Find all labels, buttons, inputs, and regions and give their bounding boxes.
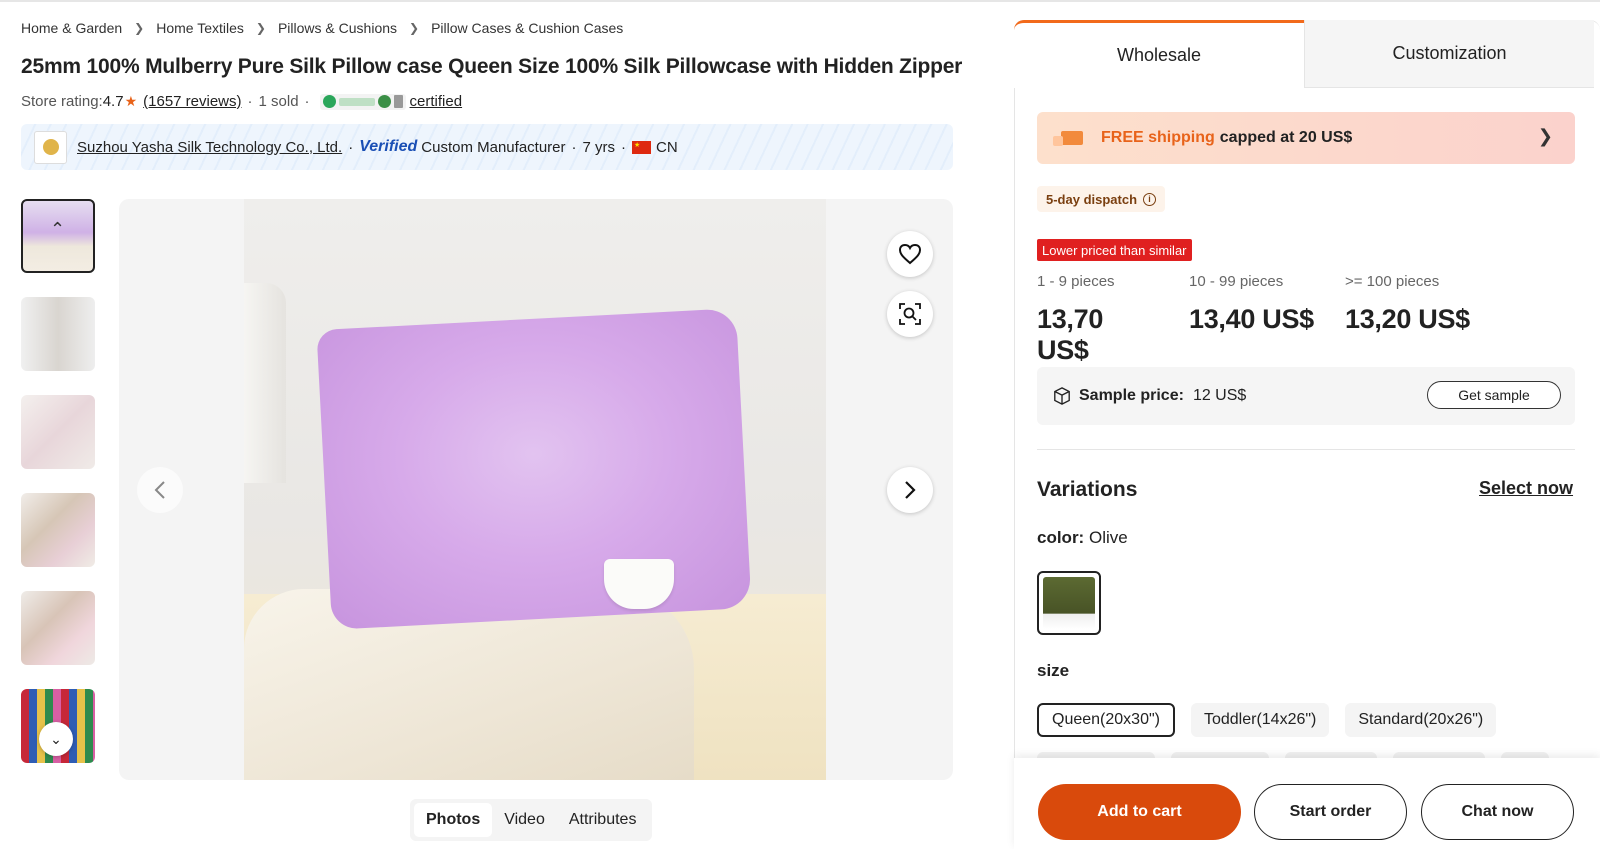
- truck-icon: [1053, 128, 1085, 148]
- size-option-standard[interactable]: Standard(20x26"): [1345, 703, 1497, 737]
- color-swatch-olive[interactable]: [1037, 571, 1101, 635]
- rating-row: Store rating: 4.7 ★ (1657 reviews) · 1 s…: [21, 93, 462, 110]
- tab-video[interactable]: Video: [492, 803, 557, 837]
- panel-tabs: Wholesale Customization: [1014, 20, 1600, 88]
- chevron-right-icon: ❯: [409, 21, 420, 35]
- price-tier: >= 100 pieces 13,20 US$: [1345, 273, 1470, 366]
- size-options: Queen(20x30") Toddler(14x26") Standard(2…: [1037, 703, 1497, 737]
- add-to-cart-button[interactable]: Add to cart: [1038, 784, 1241, 840]
- supplier-type: Custom Manufacturer: [421, 138, 566, 156]
- cert-logo-icon: [393, 95, 403, 108]
- dispatch-badge: 5-day dispatch i: [1037, 186, 1166, 212]
- separator-dot: ·: [571, 138, 577, 156]
- supplier-name-link[interactable]: Suzhou Yasha Silk Technology Co., Ltd.: [77, 139, 342, 156]
- price-tier: 1 - 9 pieces 13,70 US$: [1037, 273, 1159, 366]
- chevron-left-icon[interactable]: [137, 467, 183, 513]
- thumbnail-2[interactable]: [21, 297, 95, 371]
- reviews-link[interactable]: (1657 reviews): [143, 93, 241, 110]
- free-shipping-banner[interactable]: FREE shipping capped at 20 US$ ❯: [1037, 112, 1575, 164]
- sample-price-box: Sample price: 12 US$ Get sample: [1037, 367, 1575, 425]
- tab-photos[interactable]: Photos: [414, 803, 493, 837]
- star-icon: ★: [124, 93, 138, 109]
- breadcrumb-home-textiles[interactable]: Home Textiles: [156, 20, 244, 36]
- tab-customization[interactable]: Customization: [1304, 20, 1594, 88]
- chevron-down-icon[interactable]: ⌄: [39, 722, 73, 756]
- tier-price: 13,40 US$: [1189, 304, 1314, 334]
- thumbnail-4[interactable]: [21, 493, 95, 567]
- tab-attributes[interactable]: Attributes: [557, 803, 649, 837]
- dispatch-text: 5-day dispatch: [1046, 191, 1138, 207]
- color-label-key: color:: [1037, 528, 1085, 547]
- image-search-icon[interactable]: [887, 291, 933, 337]
- cert-logo-icon: [338, 97, 375, 106]
- breadcrumb: Home & Garden ❯ Home Textiles ❯ Pillows …: [21, 20, 623, 36]
- supplier-years: 7 yrs: [582, 138, 616, 156]
- chevron-right-icon: ❯: [255, 21, 266, 35]
- shipping-free-text: FREE shipping: [1101, 129, 1215, 146]
- tier-quantity: 10 - 99 pieces: [1189, 273, 1284, 290]
- sample-price-value: 12 US$: [1192, 387, 1247, 404]
- lower-price-badge: Lower priced than similar: [1037, 239, 1192, 261]
- info-icon[interactable]: i: [1143, 192, 1157, 206]
- certified-link[interactable]: certified: [410, 93, 463, 110]
- tier-quantity: >= 100 pieces: [1345, 273, 1440, 290]
- tier-price: 13,20 US$: [1345, 304, 1470, 334]
- chat-now-button[interactable]: Chat now: [1421, 784, 1574, 840]
- verified-badge: Verified: [359, 138, 418, 155]
- tier-price: 13,70 US$: [1037, 304, 1104, 365]
- breadcrumb-home-garden[interactable]: Home & Garden: [21, 20, 122, 36]
- size-label: size: [1037, 661, 1070, 680]
- start-order-button[interactable]: Start order: [1254, 784, 1407, 840]
- product-title: 25mm 100% Mulberry Pure Silk Pillow case…: [21, 55, 963, 78]
- box-icon: [1054, 387, 1070, 405]
- certification-badges: [319, 93, 406, 110]
- get-sample-button[interactable]: Get sample: [1427, 381, 1561, 409]
- color-label-value: Olive: [1088, 528, 1128, 547]
- product-photo: [244, 199, 826, 780]
- thumbnail-strip: ⌃: [21, 199, 95, 787]
- chevron-right-icon[interactable]: [887, 467, 933, 513]
- size-option-queen[interactable]: Queen(20x30"): [1037, 703, 1175, 737]
- variations-title: Variations: [1037, 478, 1138, 501]
- tab-wholesale[interactable]: Wholesale: [1014, 20, 1304, 88]
- thumbnail-1[interactable]: ⌃: [21, 199, 95, 273]
- separator-dot: ·: [621, 138, 627, 156]
- separator-dot: ·: [247, 93, 253, 110]
- breadcrumb-pillows-cushions[interactable]: Pillows & Cushions: [278, 20, 397, 36]
- supplier-country: CN: [656, 138, 678, 156]
- divider: [1037, 449, 1575, 450]
- cert-logo-icon: [377, 95, 391, 108]
- price-tiers: 1 - 9 pieces 13,70 US$ 10 - 99 pieces 13…: [1037, 273, 1500, 366]
- top-divider: [0, 0, 1600, 2]
- chevron-right-icon: ❯: [134, 21, 145, 35]
- heart-icon[interactable]: [887, 231, 933, 277]
- thumbnail-3[interactable]: [21, 395, 95, 469]
- main-product-image: [119, 199, 953, 780]
- media-tabs: Photos Video Attributes: [410, 799, 653, 841]
- chevron-up-icon[interactable]: ⌃: [50, 219, 65, 240]
- sold-count: 1 sold: [258, 93, 299, 110]
- price-tier: 10 - 99 pieces 13,40 US$: [1189, 273, 1315, 366]
- thumbnail-5[interactable]: [21, 591, 95, 665]
- shipping-cap-text: capped at 20 US$: [1219, 129, 1353, 146]
- cert-logo-icon: [322, 95, 336, 108]
- chevron-right-icon: ❯: [1537, 126, 1553, 146]
- separator-dot: ·: [304, 93, 310, 110]
- separator-dot: ·: [348, 138, 354, 156]
- supplier-bar: Suzhou Yasha Silk Technology Co., Ltd. ·…: [21, 124, 953, 170]
- sample-price-label: Sample price:: [1079, 387, 1184, 404]
- color-label: color: Olive: [1037, 528, 1128, 548]
- china-flag-icon: [632, 140, 652, 154]
- select-now-link[interactable]: Select now: [1479, 478, 1573, 499]
- supplier-logo: [34, 130, 67, 164]
- tier-quantity: 1 - 9 pieces: [1037, 273, 1115, 290]
- store-rating-label: Store rating:: [21, 93, 103, 110]
- breadcrumb-pillow-cases[interactable]: Pillow Cases & Cushion Cases: [431, 20, 623, 36]
- size-option-toddler[interactable]: Toddler(14x26"): [1190, 703, 1330, 737]
- store-rating-value: 4.7: [102, 93, 124, 110]
